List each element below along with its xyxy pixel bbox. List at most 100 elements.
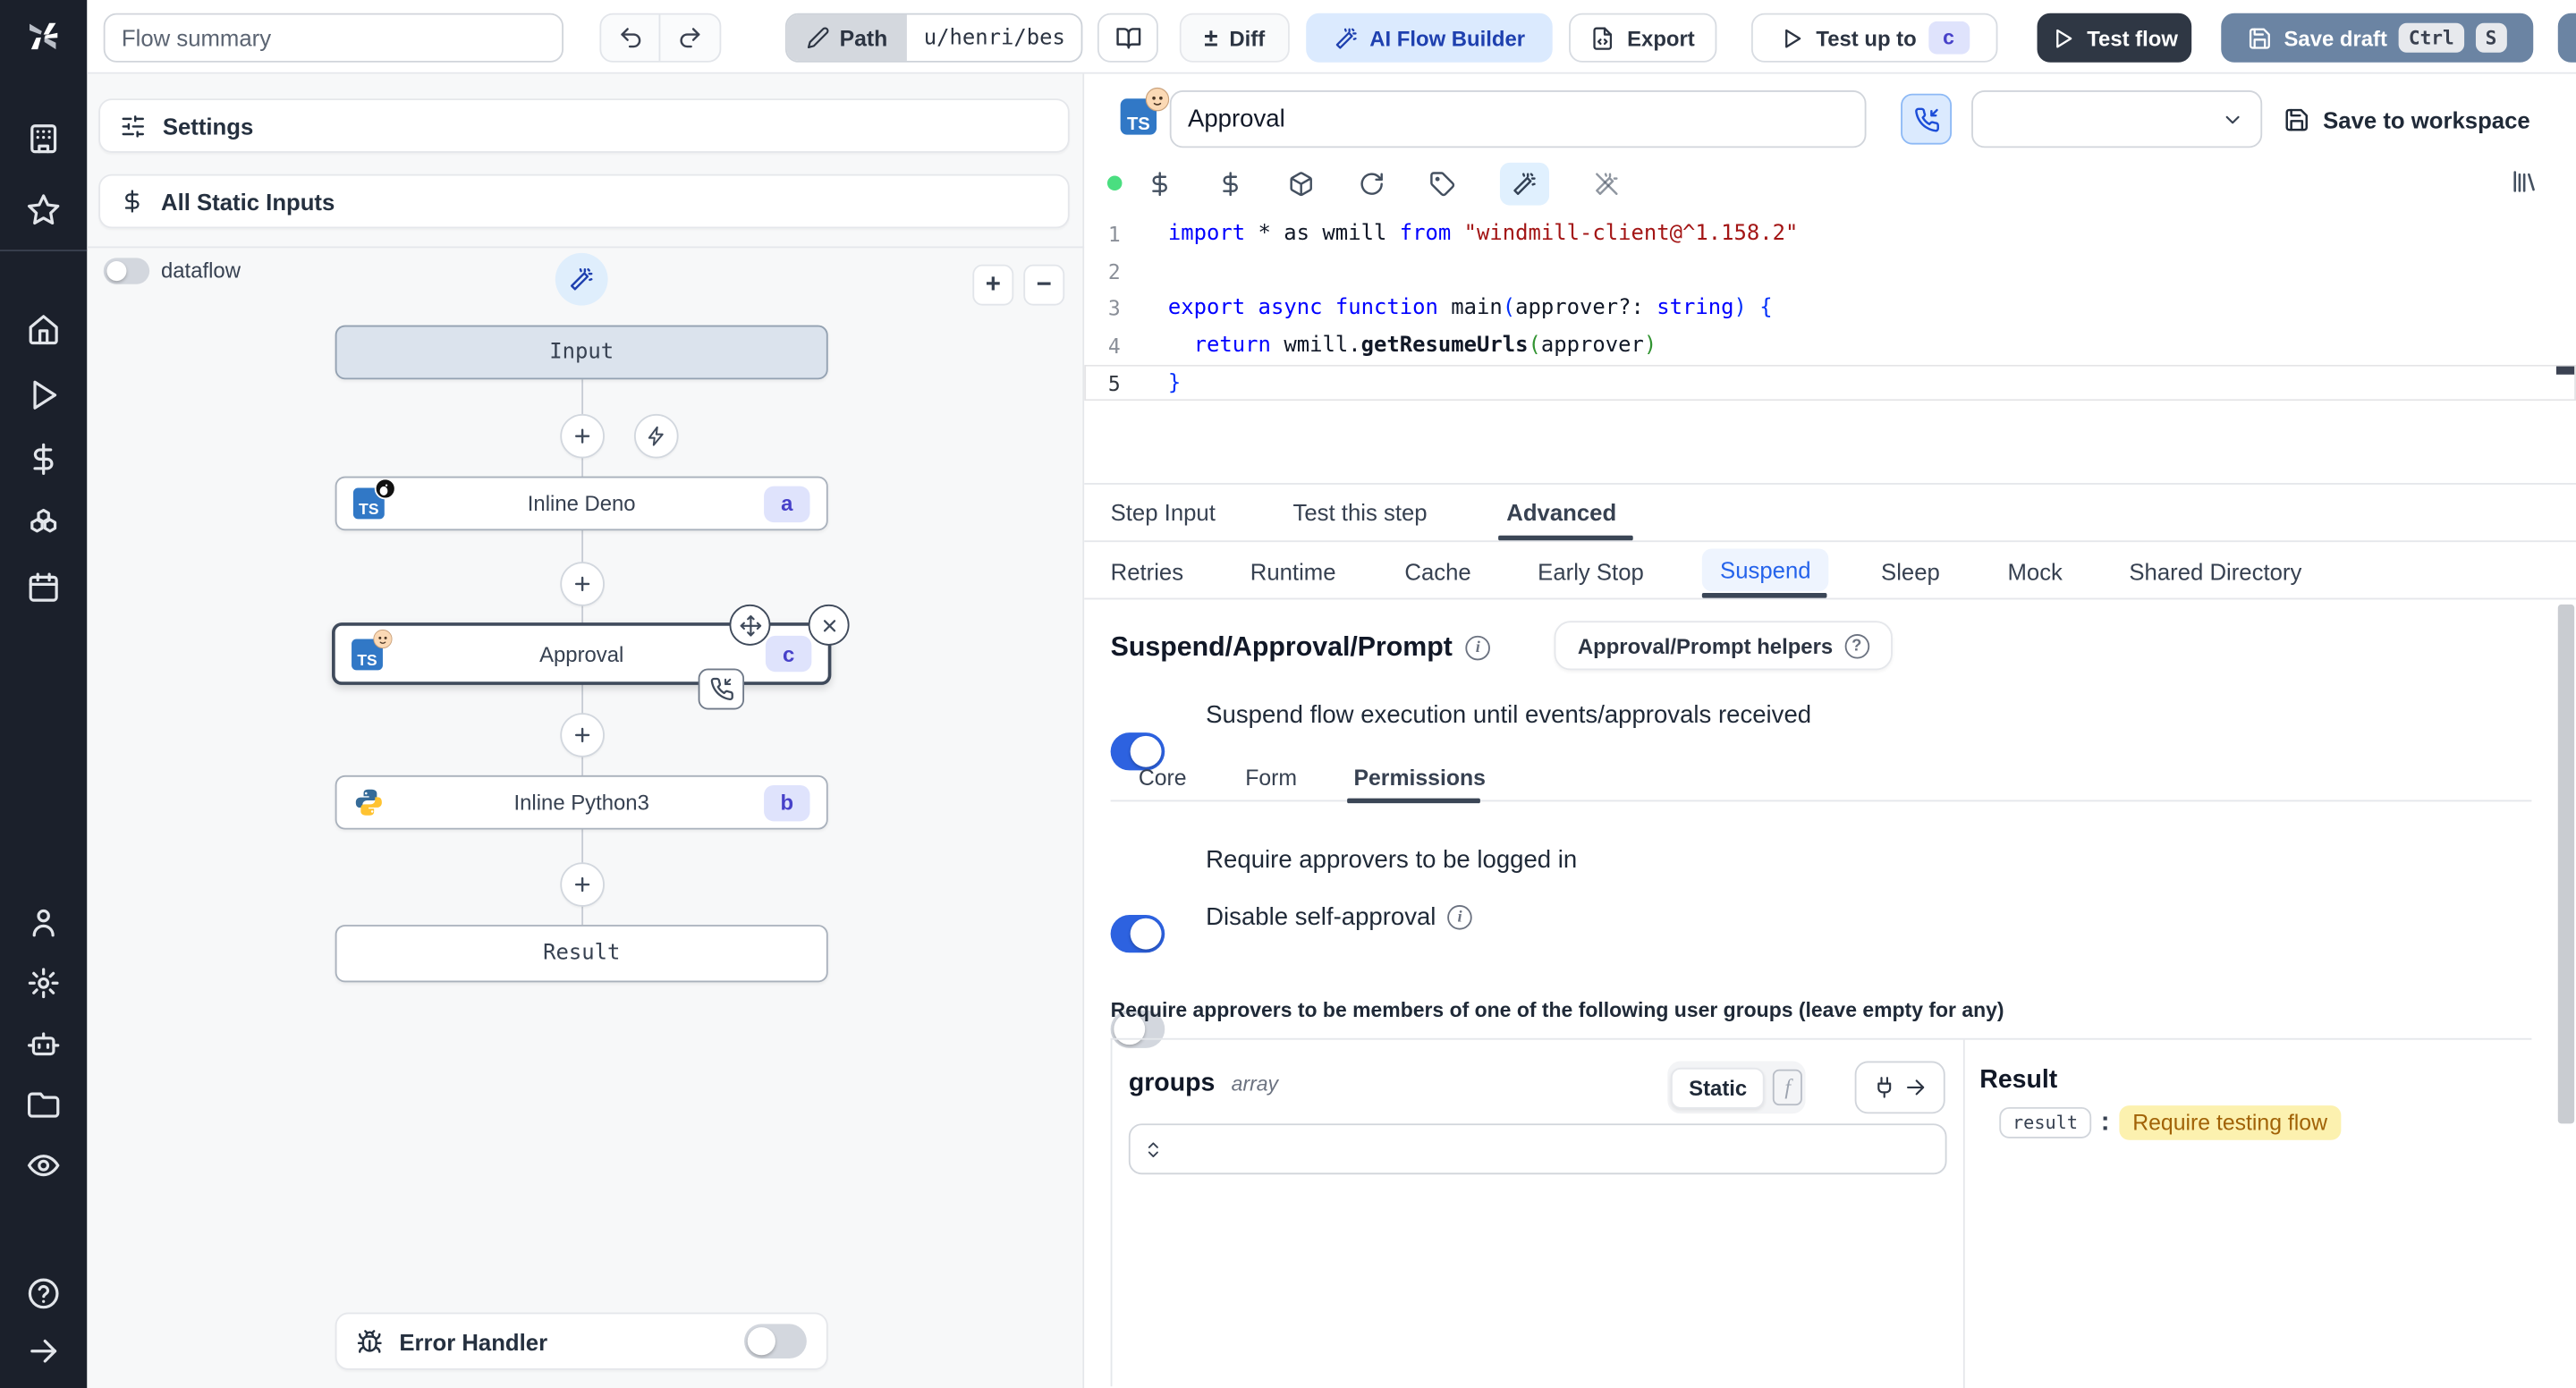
step-id-badge: c bbox=[765, 635, 812, 673]
fx-mode-button[interactable]: f bbox=[1773, 1069, 1802, 1106]
path-button[interactable]: Path u/henri/bes bbox=[784, 13, 1084, 63]
subtab-form[interactable]: Form bbox=[1245, 756, 1297, 800]
dataflow-toggle[interactable] bbox=[103, 258, 150, 284]
subtab-core[interactable]: Core bbox=[1139, 756, 1187, 800]
step-detail-panel: TS Save to workspace 1import bbox=[1084, 73, 2576, 1388]
ai-flow-builder-button[interactable]: AI Flow Builder bbox=[1306, 13, 1553, 63]
info-icon[interactable]: i bbox=[1465, 635, 1491, 661]
workspace-script-select[interactable] bbox=[1971, 90, 2263, 148]
all-static-inputs-button[interactable]: All Static Inputs bbox=[98, 174, 1070, 229]
subtab-permissions[interactable]: Permissions bbox=[1353, 756, 1485, 800]
approval-prompt-helpers-button[interactable]: Approval/Prompt helpers ? bbox=[1554, 621, 1893, 671]
code-editor[interactable]: 1 import * as wmill from "windmill-client… bbox=[1084, 216, 2576, 402]
suspend-phone-button[interactable] bbox=[1901, 93, 1953, 145]
help-circle-icon[interactable] bbox=[26, 1276, 61, 1311]
audit-eye-icon[interactable] bbox=[26, 1148, 61, 1183]
workers-robot-icon[interactable] bbox=[26, 1027, 61, 1062]
add-step-button[interactable] bbox=[560, 562, 605, 606]
add-trigger-button[interactable] bbox=[633, 413, 679, 459]
error-handler-row[interactable]: Error Handler bbox=[335, 1312, 828, 1370]
user-icon[interactable] bbox=[26, 905, 61, 940]
zoom-in-button[interactable]: + bbox=[972, 264, 1014, 306]
code-line[interactable]: 5} bbox=[1084, 364, 2576, 402]
step-tabs: Step Input Test this step Advanced bbox=[1084, 482, 2576, 543]
step-name-input[interactable] bbox=[1169, 90, 1867, 148]
content-scrollbar[interactable] bbox=[2557, 604, 2575, 1124]
schedules-calendar-icon[interactable] bbox=[26, 570, 61, 605]
tab-mock[interactable]: Mock bbox=[2007, 544, 2062, 598]
test-up-to-button[interactable]: Test up to c bbox=[1750, 13, 1998, 63]
code-line[interactable]: 4 return wmill.getResumeUrls(approver) bbox=[1084, 327, 2576, 365]
connect-input-button[interactable] bbox=[1854, 1061, 1945, 1114]
library-icon[interactable] bbox=[2511, 167, 2538, 195]
flow-summary-input[interactable] bbox=[103, 13, 564, 63]
undo-button[interactable] bbox=[601, 14, 661, 61]
test-flow-button[interactable]: Test flow bbox=[2037, 13, 2192, 63]
flow-node-inline-deno[interactable]: TS Inline Deno a bbox=[335, 476, 828, 531]
folders-icon[interactable] bbox=[26, 1088, 61, 1122]
tag-icon[interactable] bbox=[1429, 171, 1455, 197]
flow-node-result[interactable]: Result bbox=[335, 925, 828, 983]
diff-button[interactable]: ± Diff bbox=[1179, 13, 1290, 63]
node-label: Inline Python3 bbox=[513, 790, 649, 816]
workspace-building-icon[interactable] bbox=[26, 122, 61, 157]
windmill-logo-icon[interactable] bbox=[23, 16, 63, 55]
home-icon[interactable] bbox=[26, 312, 61, 347]
redo-button[interactable] bbox=[660, 15, 719, 61]
zoom-out-button[interactable]: − bbox=[1023, 264, 1065, 306]
tab-step-input[interactable]: Step Input bbox=[1111, 485, 1216, 540]
resources-boxes-icon[interactable] bbox=[26, 506, 61, 541]
code-line[interactable]: 3 export async function main(approver?: s… bbox=[1084, 290, 2576, 327]
wand-sparkles-icon bbox=[1334, 25, 1359, 50]
deploy-button-partial[interactable] bbox=[2557, 13, 2576, 63]
code-line[interactable]: 1 import * as wmill from "windmill-client… bbox=[1084, 216, 2576, 253]
add-step-button[interactable] bbox=[560, 713, 605, 757]
flow-node-inline-python3[interactable]: Inline Python3 b bbox=[335, 774, 828, 830]
tab-early-stop[interactable]: Early Stop bbox=[1538, 544, 1644, 598]
save-to-workspace-button[interactable]: Save to workspace bbox=[2284, 96, 2530, 145]
runs-play-icon[interactable] bbox=[26, 377, 61, 412]
delete-node-button[interactable] bbox=[808, 604, 850, 646]
tab-cache[interactable]: Cache bbox=[1404, 544, 1470, 598]
assets-dollar-icon[interactable] bbox=[1147, 171, 1173, 197]
expand-sidebar-arrow-icon[interactable] bbox=[26, 1333, 61, 1368]
save-draft-button[interactable]: Save draft Ctrl S bbox=[2221, 13, 2534, 63]
test-flow-label: Test flow bbox=[2087, 25, 2178, 51]
settings-gear-icon[interactable] bbox=[26, 966, 61, 1001]
result-key-badge[interactable]: result bbox=[1999, 1106, 2091, 1138]
favorites-star-icon[interactable] bbox=[26, 192, 61, 227]
groups-array-input[interactable] bbox=[1128, 1123, 1947, 1175]
variables-dollar-icon[interactable] bbox=[1217, 171, 1243, 197]
move-node-handle[interactable] bbox=[729, 604, 771, 646]
add-step-button[interactable] bbox=[560, 413, 605, 459]
tab-advanced[interactable]: Advanced bbox=[1506, 485, 1616, 540]
export-button[interactable]: Export bbox=[1569, 13, 1717, 63]
info-icon[interactable]: i bbox=[1447, 905, 1472, 930]
groups-result-split: groups array Static f Result result : Re… bbox=[1110, 1037, 2532, 1388]
flow-node-approval-selected[interactable]: TS Approval c bbox=[332, 604, 850, 710]
tab-sleep[interactable]: Sleep bbox=[1881, 544, 1940, 598]
tab-runtime[interactable]: Runtime bbox=[1250, 544, 1336, 598]
flow-settings-button[interactable]: Settings bbox=[98, 98, 1070, 153]
reload-icon[interactable] bbox=[1359, 171, 1385, 197]
tab-suspend[interactable]: Suspend bbox=[1701, 548, 1829, 592]
error-handler-toggle[interactable] bbox=[744, 1324, 807, 1358]
ai-assistant-wand-icon[interactable] bbox=[1499, 162, 1550, 206]
diff-label: Diff bbox=[1229, 25, 1266, 51]
variables-dollar-icon[interactable] bbox=[26, 442, 61, 477]
add-step-button[interactable] bbox=[560, 862, 605, 907]
flow-node-input[interactable]: Input bbox=[335, 325, 828, 380]
step-lang-ts-badge: TS bbox=[1120, 87, 1170, 135]
tab-shared-directory[interactable]: Shared Directory bbox=[2129, 544, 2301, 598]
active-subtab-underline bbox=[1347, 798, 1480, 804]
tab-retries[interactable]: Retries bbox=[1111, 544, 1183, 598]
tab-test-this-step[interactable]: Test this step bbox=[1293, 485, 1428, 540]
package-icon[interactable] bbox=[1288, 171, 1314, 197]
ai-off-sparkles-icon[interactable] bbox=[1594, 171, 1620, 197]
ai-graph-wand-button[interactable] bbox=[555, 252, 608, 306]
disable-self-approval-label: Disable self-approval bbox=[1206, 903, 1436, 932]
static-mode-button[interactable]: Static bbox=[1670, 1066, 1766, 1108]
code-line[interactable]: 2 bbox=[1084, 252, 2576, 290]
docs-book-button[interactable] bbox=[1097, 13, 1158, 63]
require-login-toggle[interactable] bbox=[1110, 915, 1165, 953]
